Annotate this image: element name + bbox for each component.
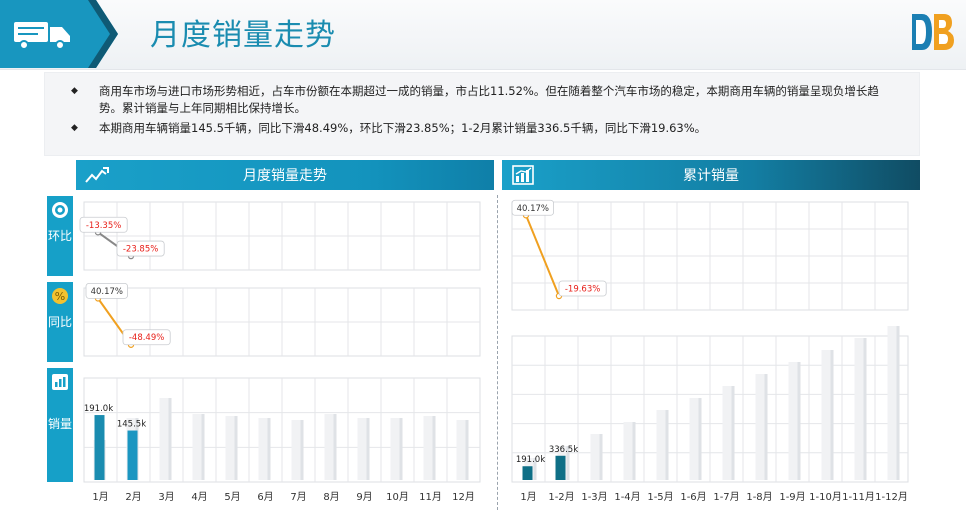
cumulative-ghost-bar-shade (863, 338, 867, 480)
x-tick-label: 1-4月 (614, 491, 640, 503)
yoy-data-label: -48.49% (122, 329, 171, 346)
monthly-ghost-bar-shade (300, 420, 304, 480)
cumulative-ghost-bar-shade (632, 422, 636, 480)
monthly-ghost-bar-shade (234, 416, 238, 480)
data-label: 40.17% (91, 287, 123, 297)
data-label: -19.63% (565, 285, 600, 295)
monthly-ghost-bar-shade (201, 414, 205, 480)
x-tick-label: 1-11月 (842, 491, 875, 503)
cumulative-ghost-bar-shade (731, 386, 735, 480)
x-tick-label: 9月 (356, 491, 372, 503)
x-tick-label: 1-8月 (746, 491, 772, 503)
x-tick-label: 1-7月 (713, 491, 739, 503)
x-tick-label: 2月 (125, 491, 141, 503)
cumulative-yoy-data-label: 40.17% (511, 199, 554, 216)
cumulative-bar (522, 466, 533, 480)
x-tick-label: 8月 (323, 491, 339, 503)
mom-data-label: -13.35% (79, 216, 128, 233)
data-label: -23.85% (123, 245, 158, 255)
cumulative-ghost-bar-shade (764, 374, 768, 480)
monthly-bar-label: 191.0k (84, 404, 113, 414)
data-label: -48.49% (129, 333, 164, 343)
yoy-grid (83, 287, 481, 357)
monthly-ghost-bar-shade (399, 418, 403, 480)
x-tick-label: 1-3月 (581, 491, 607, 503)
mom-data-label: -23.85% (116, 240, 165, 257)
cumulative-ghost-bar-shade (830, 350, 834, 480)
cumulative-ghost-bar-shade (896, 326, 900, 480)
cumulative-ghost-bar-shade (698, 398, 702, 480)
x-tick-label: 1-2月 (548, 491, 574, 503)
cumulative-ghost-bar-shade (599, 434, 603, 480)
x-tick-label: 1月 (520, 491, 536, 503)
x-tick-label: 1-9月 (779, 491, 805, 503)
monthly-ghost-bar-shade (366, 418, 370, 480)
yoy-data-label: 40.17% (85, 282, 128, 299)
cumulative-yoy-data-label: -19.63% (558, 280, 607, 297)
monthly-bar-label: 145.5k (117, 420, 146, 430)
x-tick-label: 6月 (257, 491, 273, 503)
x-tick-label: 4月 (191, 491, 207, 503)
x-tick-label: 1-10月 (809, 491, 842, 503)
mom-grid (83, 201, 481, 271)
monthly-ghost-bar-shade (432, 416, 436, 480)
cumulative-bar (555, 455, 566, 480)
cumulative-ghost-bar-shade (797, 362, 801, 480)
cumulative-grid (511, 335, 909, 483)
x-tick-label: 1月 (92, 491, 108, 503)
monthly-ghost-bar-shade (333, 414, 337, 480)
monthly-ghost-bar-shade (267, 418, 271, 480)
monthly-ghost-bar-shade (168, 398, 172, 480)
cumulative-ghost-bar-shade (665, 410, 669, 480)
data-label: -13.35% (86, 221, 121, 231)
x-tick-label: 1-6月 (680, 491, 706, 503)
monthly-bar (94, 415, 105, 480)
cumulative-bar-label: 336.5k (549, 445, 578, 455)
charts-canvas: -13.35% -23.85% 40.17% -48.49% 191.0k 1月 145.5… (79, 199, 909, 503)
cumulative-bar-label: 191.0k (516, 455, 545, 465)
monthly-bar (127, 430, 138, 480)
data-label: 40.17% (517, 204, 549, 214)
x-tick-label: 7月 (290, 491, 306, 503)
x-tick-label: 12月 (452, 491, 475, 503)
x-tick-label: 5月 (224, 491, 240, 503)
x-tick-label: 3月 (158, 491, 174, 503)
x-tick-label: 1-12月 (875, 491, 908, 503)
x-tick-label: 10月 (386, 491, 409, 503)
x-tick-label: 1-5月 (647, 491, 673, 503)
monthly-grid (83, 377, 481, 483)
monthly-ghost-bar-shade (465, 420, 469, 480)
x-tick-label: 11月 (419, 491, 442, 503)
